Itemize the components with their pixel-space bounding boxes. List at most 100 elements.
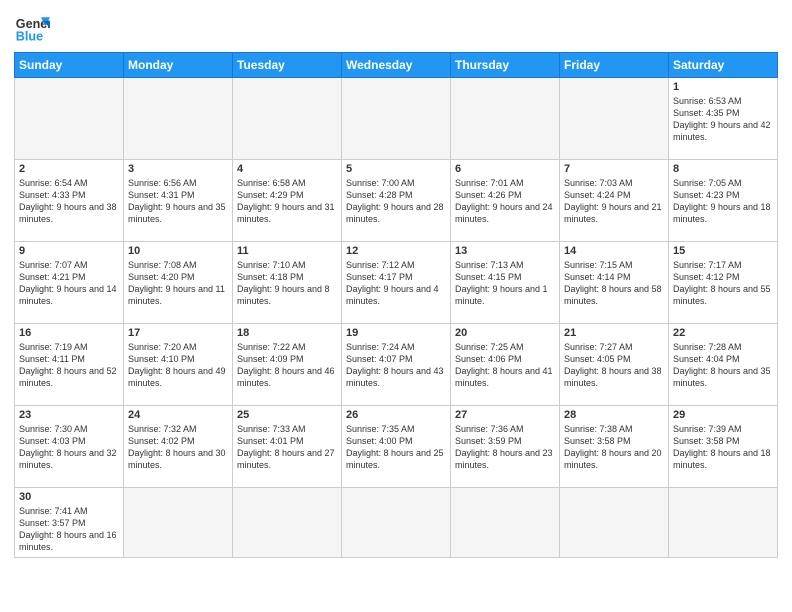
day-info: Sunrise: 7:07 AM Sunset: 4:21 PM Dayligh… (19, 259, 119, 308)
day-info: Sunrise: 7:32 AM Sunset: 4:02 PM Dayligh… (128, 423, 228, 472)
day-info: Sunrise: 7:12 AM Sunset: 4:17 PM Dayligh… (346, 259, 446, 308)
day-info: Sunrise: 7:20 AM Sunset: 4:10 PM Dayligh… (128, 341, 228, 390)
calendar-cell: 4 Sunrise: 6:58 AM Sunset: 4:29 PM Daylig… (233, 160, 342, 242)
calendar-cell: 7 Sunrise: 7:03 AM Sunset: 4:24 PM Daylig… (560, 160, 669, 242)
calendar-cell (342, 78, 451, 160)
day-info: Sunrise: 6:54 AM Sunset: 4:33 PM Dayligh… (19, 177, 119, 226)
day-number: 24 (128, 409, 228, 421)
calendar-cell: 20Sunrise: 7:25 AM Sunset: 4:06 PM Dayli… (451, 324, 560, 406)
calendar-cell: 12 Sunrise: 7:12 AM Sunset: 4:17 PM Dayli… (342, 242, 451, 324)
calendar-cell (342, 488, 451, 558)
calendar-cell (124, 78, 233, 160)
day-info: Sunrise: 7:03 AM Sunset: 4:24 PM Dayligh… (564, 177, 664, 226)
day-number: 15 (673, 245, 773, 257)
calendar-cell: 17 Sunrise: 7:20 AM Sunset: 4:10 PM Dayli… (124, 324, 233, 406)
day-info: Sunrise: 7:39 AM Sunset: 3:58 PM Dayligh… (673, 423, 773, 472)
calendar-cell: 24 Sunrise: 7:32 AM Sunset: 4:02 PM Dayli… (124, 406, 233, 488)
day-number: 17 (128, 327, 228, 339)
day-number: 23 (19, 409, 119, 421)
calendar-cell (233, 78, 342, 160)
day-info: Sunrise: 7:00 AM Sunset: 4:28 PM Dayligh… (346, 177, 446, 226)
calendar-cell: 15 Sunrise: 7:17 AM Sunset: 4:12 PM Dayli… (669, 242, 778, 324)
calendar-cell (669, 488, 778, 558)
calendar-cell: 27Sunrise: 7:36 AM Sunset: 3:59 PM Dayli… (451, 406, 560, 488)
calendar-week-row: 23Sunrise: 7:30 AM Sunset: 4:03 PM Dayli… (15, 406, 778, 488)
page-header: General Blue (14, 10, 778, 46)
calendar-cell: 3Sunrise: 6:56 AM Sunset: 4:31 PM Daylig… (124, 160, 233, 242)
calendar-week-row: 9 Sunrise: 7:07 AM Sunset: 4:21 PM Daylig… (15, 242, 778, 324)
calendar-cell: 19Sunrise: 7:24 AM Sunset: 4:07 PM Dayli… (342, 324, 451, 406)
calendar-cell (560, 488, 669, 558)
day-number: 21 (564, 327, 664, 339)
calendar-cell (15, 78, 124, 160)
calendar-cell: 6Sunrise: 7:01 AM Sunset: 4:26 PM Daylig… (451, 160, 560, 242)
day-number: 18 (237, 327, 337, 339)
calendar-cell: 16Sunrise: 7:19 AM Sunset: 4:11 PM Dayli… (15, 324, 124, 406)
day-info: Sunrise: 7:27 AM Sunset: 4:05 PM Dayligh… (564, 341, 664, 390)
day-number: 9 (19, 245, 119, 257)
day-number: 4 (237, 163, 337, 175)
day-number: 27 (455, 409, 555, 421)
day-number: 12 (346, 245, 446, 257)
calendar-cell: 1 Sunrise: 6:53 AM Sunset: 4:35 PM Daylig… (669, 78, 778, 160)
day-number: 14 (564, 245, 664, 257)
day-number: 10 (128, 245, 228, 257)
day-number: 1 (673, 81, 773, 93)
day-number: 2 (19, 163, 119, 175)
calendar-cell: 25Sunrise: 7:33 AM Sunset: 4:01 PM Dayli… (233, 406, 342, 488)
day-number: 19 (346, 327, 446, 339)
day-info: Sunrise: 7:15 AM Sunset: 4:14 PM Dayligh… (564, 259, 664, 308)
weekday-header-tuesday: Tuesday (233, 53, 342, 78)
calendar-week-row: 2 Sunrise: 6:54 AM Sunset: 4:33 PM Daylig… (15, 160, 778, 242)
weekday-header-sunday: Sunday (15, 53, 124, 78)
calendar-cell: 9 Sunrise: 7:07 AM Sunset: 4:21 PM Daylig… (15, 242, 124, 324)
calendar-cell (233, 488, 342, 558)
day-number: 7 (564, 163, 664, 175)
day-info: Sunrise: 7:35 AM Sunset: 4:00 PM Dayligh… (346, 423, 446, 472)
day-info: Sunrise: 6:53 AM Sunset: 4:35 PM Dayligh… (673, 95, 773, 144)
day-number: 8 (673, 163, 773, 175)
calendar-cell: 5 Sunrise: 7:00 AM Sunset: 4:28 PM Daylig… (342, 160, 451, 242)
calendar-cell: 21 Sunrise: 7:27 AM Sunset: 4:05 PM Dayli… (560, 324, 669, 406)
day-number: 22 (673, 327, 773, 339)
weekday-header-monday: Monday (124, 53, 233, 78)
logo: General Blue (14, 10, 50, 46)
calendar-cell: 23Sunrise: 7:30 AM Sunset: 4:03 PM Dayli… (15, 406, 124, 488)
day-info: Sunrise: 7:01 AM Sunset: 4:26 PM Dayligh… (455, 177, 555, 226)
day-info: Sunrise: 7:10 AM Sunset: 4:18 PM Dayligh… (237, 259, 337, 308)
day-number: 11 (237, 245, 337, 257)
calendar-cell: 29Sunrise: 7:39 AM Sunset: 3:58 PM Dayli… (669, 406, 778, 488)
calendar-cell (560, 78, 669, 160)
day-number: 30 (19, 491, 119, 503)
page-container: General Blue SundayMondayTuesdayWednesda… (0, 0, 792, 564)
calendar-cell: 8 Sunrise: 7:05 AM Sunset: 4:23 PM Daylig… (669, 160, 778, 242)
calendar-cell: 22Sunrise: 7:28 AM Sunset: 4:04 PM Dayli… (669, 324, 778, 406)
day-number: 5 (346, 163, 446, 175)
calendar-cell: 30Sunrise: 7:41 AM Sunset: 3:57 PM Dayli… (15, 488, 124, 558)
day-number: 13 (455, 245, 555, 257)
calendar-cell: 14 Sunrise: 7:15 AM Sunset: 4:14 PM Dayli… (560, 242, 669, 324)
calendar-cell: 28 Sunrise: 7:38 AM Sunset: 3:58 PM Dayli… (560, 406, 669, 488)
calendar-cell: 18Sunrise: 7:22 AM Sunset: 4:09 PM Dayli… (233, 324, 342, 406)
day-info: Sunrise: 7:17 AM Sunset: 4:12 PM Dayligh… (673, 259, 773, 308)
day-info: Sunrise: 7:05 AM Sunset: 4:23 PM Dayligh… (673, 177, 773, 226)
weekday-header-friday: Friday (560, 53, 669, 78)
calendar-cell (451, 78, 560, 160)
calendar-week-row: 1 Sunrise: 6:53 AM Sunset: 4:35 PM Daylig… (15, 78, 778, 160)
calendar-table: SundayMondayTuesdayWednesdayThursdayFrid… (14, 52, 778, 558)
day-number: 28 (564, 409, 664, 421)
calendar-week-row: 30Sunrise: 7:41 AM Sunset: 3:57 PM Dayli… (15, 488, 778, 558)
calendar-week-row: 16Sunrise: 7:19 AM Sunset: 4:11 PM Dayli… (15, 324, 778, 406)
weekday-header-thursday: Thursday (451, 53, 560, 78)
calendar-cell (124, 488, 233, 558)
day-number: 16 (19, 327, 119, 339)
day-info: Sunrise: 7:38 AM Sunset: 3:58 PM Dayligh… (564, 423, 664, 472)
day-number: 3 (128, 163, 228, 175)
calendar-cell (451, 488, 560, 558)
day-number: 26 (346, 409, 446, 421)
calendar-cell: 2 Sunrise: 6:54 AM Sunset: 4:33 PM Daylig… (15, 160, 124, 242)
calendar-cell: 26 Sunrise: 7:35 AM Sunset: 4:00 PM Dayli… (342, 406, 451, 488)
svg-text:Blue: Blue (16, 30, 43, 44)
day-info: Sunrise: 6:58 AM Sunset: 4:29 PM Dayligh… (237, 177, 337, 226)
calendar-cell: 13Sunrise: 7:13 AM Sunset: 4:15 PM Dayli… (451, 242, 560, 324)
